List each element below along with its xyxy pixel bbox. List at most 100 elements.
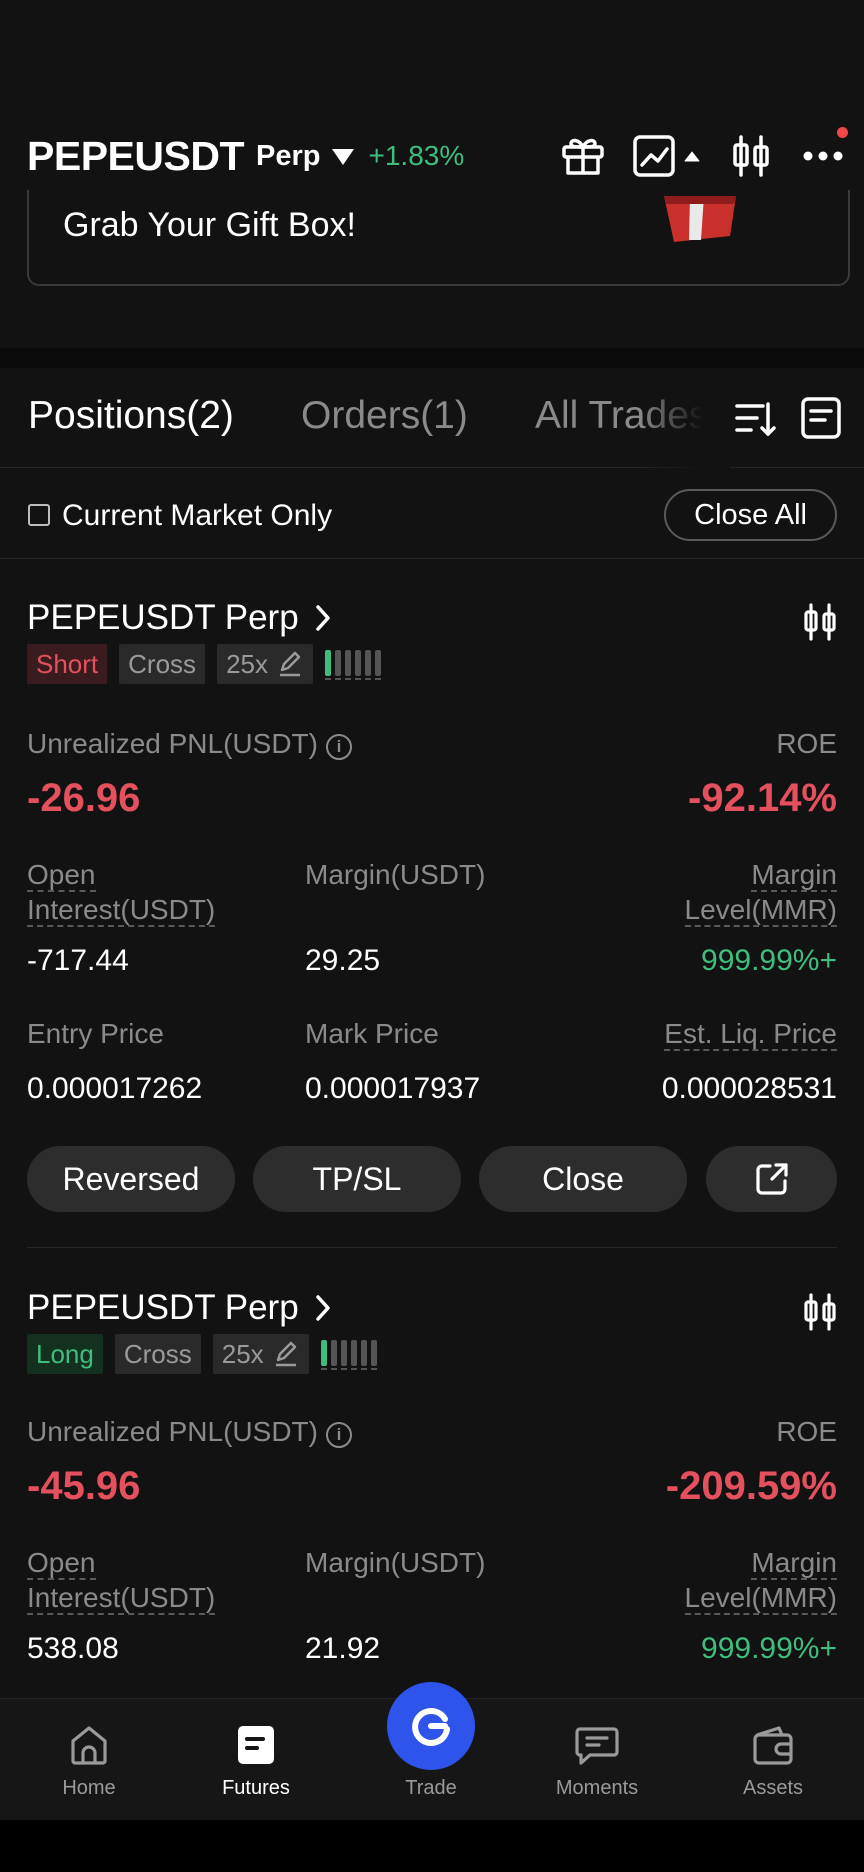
margin-level-label[interactable]: Margin Level(MMR) — [637, 1545, 837, 1615]
leverage-tag[interactable]: 25x — [212, 1334, 309, 1374]
tab-orders[interactable]: Orders(1) — [301, 394, 468, 438]
pnl-label: Unrealized PNL(USDT) i — [27, 1414, 352, 1449]
margin-label: Margin(USDT) — [305, 1547, 486, 1578]
open-interest-value: -717.44 — [27, 944, 129, 977]
margin-label: Margin(USDT) — [305, 859, 486, 890]
side-tag: Long — [27, 1334, 103, 1374]
margin-value: 29.25 — [305, 944, 381, 977]
roe-value: -209.59% — [665, 1464, 837, 1508]
notification-dot — [837, 127, 848, 138]
nav-moments[interactable]: Moments — [537, 1723, 657, 1800]
side-tag: Short — [27, 644, 108, 684]
price-change: +1.83% — [368, 140, 465, 171]
margin-mode-tag[interactable]: Cross — [119, 644, 206, 684]
info-icon[interactable]: i — [325, 734, 352, 760]
margin-level-value: 999.99%+ — [701, 944, 837, 977]
header: PEPEUSDT Perp +1.83% — [0, 120, 864, 192]
risk-level-bars[interactable] — [320, 1338, 377, 1370]
pair-symbol[interactable]: PEPEUSDT — [27, 133, 245, 180]
chevron-right-icon — [315, 605, 330, 631]
open-interest-label[interactable]: Open Interest(USDT) — [27, 1545, 237, 1615]
banner-text: Grab Your Gift Box! — [63, 206, 356, 244]
current-market-label[interactable]: Current Market Only — [62, 499, 332, 533]
open-interest-label[interactable]: Open Interest(USDT) — [27, 857, 237, 927]
position-card: PEPEUSDT Perp Long Cross 25x Unrealized … — [0, 1288, 864, 1708]
wallet-icon — [753, 1726, 793, 1765]
screen: PEPEUSDT Perp +1.83% Grab Your Gift Box!… — [0, 0, 864, 1820]
risk-level-bars[interactable] — [324, 648, 381, 680]
roe-label: ROE — [776, 1416, 837, 1447]
leverage-tag[interactable]: 25x — [217, 644, 313, 684]
margin-level-value: 999.99%+ — [701, 1632, 837, 1665]
margin-value: 21.92 — [305, 1632, 381, 1665]
sort-icon[interactable] — [734, 396, 776, 445]
nav-assets[interactable]: Assets — [713, 1723, 833, 1800]
entry-price-label: Entry Price — [27, 1018, 164, 1049]
liq-price-value: 0.000028531 — [661, 1072, 837, 1105]
tab-fade — [640, 368, 730, 468]
roe-value: -92.14% — [688, 776, 837, 820]
leverage-value: 25x — [226, 648, 268, 679]
nav-home-label: Home — [62, 1777, 116, 1799]
margin-mode-tag[interactable]: Cross — [114, 1334, 201, 1374]
leverage-value: 25x — [221, 1338, 264, 1369]
nav-assets-label: Assets — [742, 1777, 804, 1799]
positions-tabs: Positions(2) Orders(1) All Trades — [0, 368, 864, 468]
pnl-value: -26.96 — [27, 776, 141, 820]
position-symbol-link[interactable]: PEPEUSDT Perp — [27, 1288, 331, 1328]
share-button[interactable] — [706, 1146, 837, 1212]
candlestick-icon[interactable] — [802, 602, 838, 647]
edit-icon — [275, 1341, 296, 1367]
pnl-value: -45.96 — [27, 1464, 141, 1508]
section-divider — [0, 348, 864, 368]
open-interest-value: 538.08 — [27, 1632, 119, 1665]
reversed-button[interactable]: Reversed — [27, 1146, 235, 1212]
nav-trade-label: Trade — [405, 1777, 457, 1799]
position-tags: Long Cross 25x — [27, 1334, 377, 1374]
trade-button[interactable] — [387, 1682, 475, 1770]
caret-down-icon[interactable] — [332, 149, 355, 165]
nav-futures-label: Futures — [222, 1777, 290, 1799]
nav-futures[interactable]: Futures — [196, 1723, 316, 1800]
chart-toggle-icon[interactable] — [632, 131, 704, 181]
margin-level-label[interactable]: Margin Level(MMR) — [637, 857, 837, 927]
more-icon[interactable] — [800, 127, 848, 181]
header-actions — [558, 120, 848, 192]
info-icon[interactable]: i — [325, 1422, 352, 1448]
nav-home[interactable]: Home — [29, 1723, 149, 1800]
share-icon — [755, 1163, 788, 1195]
candlestick-icon[interactable] — [802, 1292, 838, 1337]
home-icon — [71, 1726, 107, 1765]
position-tags: Short Cross 25x — [27, 644, 381, 684]
trade-icon — [412, 1707, 450, 1746]
mark-price-label: Mark Price — [305, 1018, 439, 1049]
current-market-checkbox[interactable] — [28, 504, 50, 526]
filter-row: Current Market Only Close All — [0, 469, 864, 559]
close-position-button[interactable]: Close — [479, 1146, 687, 1212]
gift-box-image — [664, 196, 736, 242]
entry-price-value: 0.000017262 — [27, 1072, 203, 1105]
candlestick-icon[interactable] — [728, 131, 774, 181]
tab-actions — [734, 396, 842, 445]
position-symbol: PEPEUSDT Perp — [27, 598, 299, 637]
futures-icon — [238, 1726, 274, 1764]
order-history-icon[interactable] — [800, 396, 842, 445]
close-all-button[interactable]: Close All — [664, 489, 837, 541]
position-card: PEPEUSDT Perp Short Cross 25x Unrealized… — [0, 598, 864, 1248]
pnl-label: Unrealized PNL(USDT) i — [27, 726, 352, 761]
position-symbol: PEPEUSDT Perp — [27, 1288, 299, 1327]
tpsl-button[interactable]: TP/SL — [253, 1146, 461, 1212]
moments-icon — [575, 1727, 619, 1765]
position-symbol-link[interactable]: PEPEUSDT Perp — [27, 598, 331, 638]
tab-positions[interactable]: Positions(2) — [28, 394, 234, 438]
gift-banner[interactable]: Grab Your Gift Box! — [27, 190, 850, 286]
roe-label: ROE — [776, 728, 837, 759]
card-divider — [27, 1247, 837, 1248]
chevron-right-icon — [315, 1295, 330, 1321]
edit-icon — [279, 651, 301, 677]
gift-icon[interactable] — [558, 131, 608, 181]
liq-price-label[interactable]: Est. Liq. Price — [664, 1016, 837, 1051]
nav-moments-label: Moments — [555, 1777, 639, 1799]
contract-type[interactable]: Perp — [256, 140, 320, 173]
mark-price-value: 0.000017937 — [305, 1072, 481, 1105]
